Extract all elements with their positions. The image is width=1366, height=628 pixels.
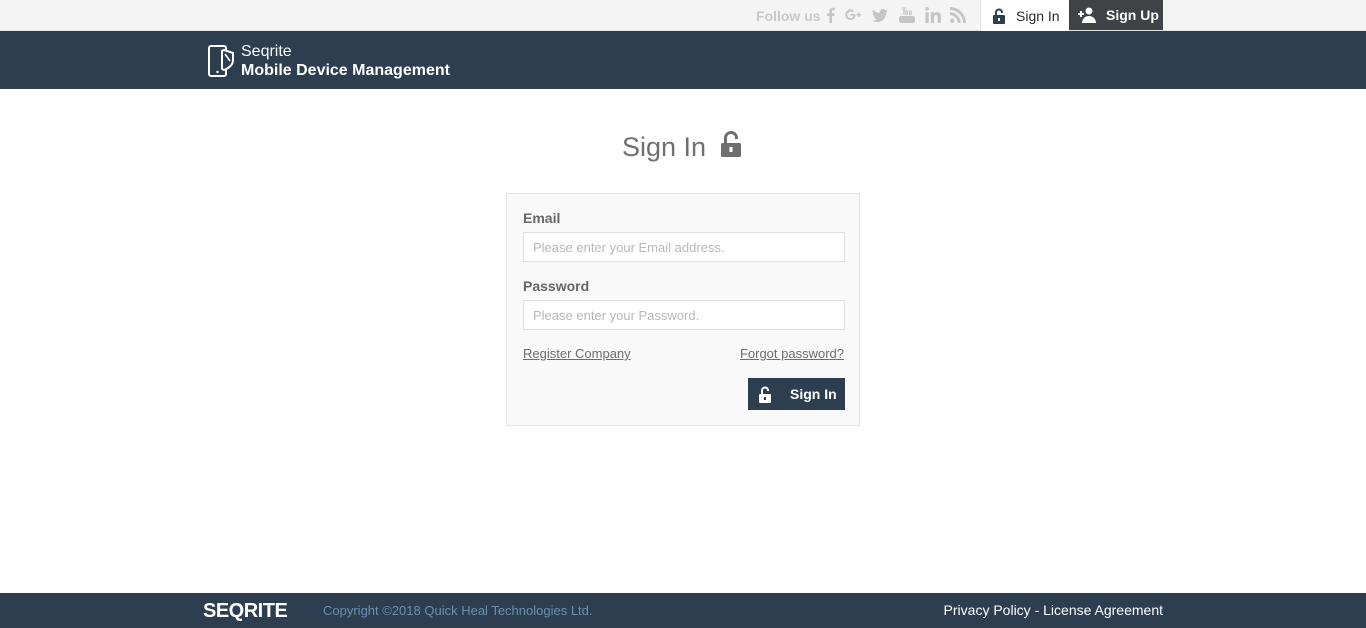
password-label: Password: [523, 278, 590, 294]
signin-submit-label: Sign In: [790, 386, 837, 402]
email-field[interactable]: [523, 232, 845, 262]
signin-submit-button[interactable]: Sign In: [748, 378, 845, 410]
footer-separator: -: [1030, 602, 1044, 618]
unlock-icon: [759, 386, 771, 403]
register-company-link[interactable]: Register Company: [523, 346, 631, 361]
product-name: Mobile Device Management: [241, 62, 450, 79]
brand-name: Seqrite: [241, 43, 292, 60]
top-signup-label: Sign Up: [1106, 7, 1159, 23]
signin-form: Email Password Register Company Forgot p…: [506, 193, 860, 426]
forgot-password-link[interactable]: Forgot password?: [740, 346, 844, 361]
add-user-icon: [1078, 7, 1096, 23]
unlock-icon: [721, 131, 741, 157]
mobile-shield-logo-icon: [208, 45, 234, 77]
copyright-text: Copyright ©2018 Quick Heal Technologies …: [323, 603, 593, 618]
site-header: Seqrite Mobile Device Management: [0, 31, 1366, 89]
footer-links: Privacy Policy - License Agreement: [944, 602, 1163, 618]
password-field[interactable]: [523, 300, 845, 330]
unlock-icon: [993, 8, 1005, 24]
google-plus-icon[interactable]: [844, 6, 862, 24]
top-signin-label: Sign In: [1016, 7, 1060, 24]
privacy-policy-link[interactable]: Privacy Policy: [944, 602, 1031, 618]
follow-us-label: Follow us: [756, 8, 821, 24]
license-agreement-link[interactable]: License Agreement: [1043, 602, 1163, 618]
top-signin-button[interactable]: Sign In: [980, 0, 1069, 31]
site-footer: SEQRITE Copyright ©2018 Quick Heal Techn…: [0, 593, 1366, 628]
page-title: Sign In: [622, 132, 707, 162]
top-utility-bar: Follow us Sign In Sign Up: [0, 0, 1366, 31]
footer-logo: SEQRITE: [203, 600, 288, 622]
youtube-icon[interactable]: [898, 6, 916, 24]
rss-icon[interactable]: [949, 6, 967, 24]
email-label: Email: [523, 210, 561, 226]
top-signup-button[interactable]: Sign Up: [1069, 0, 1163, 30]
linkedin-icon[interactable]: [924, 6, 942, 24]
facebook-icon[interactable]: [822, 6, 840, 24]
twitter-icon[interactable]: [871, 6, 889, 24]
